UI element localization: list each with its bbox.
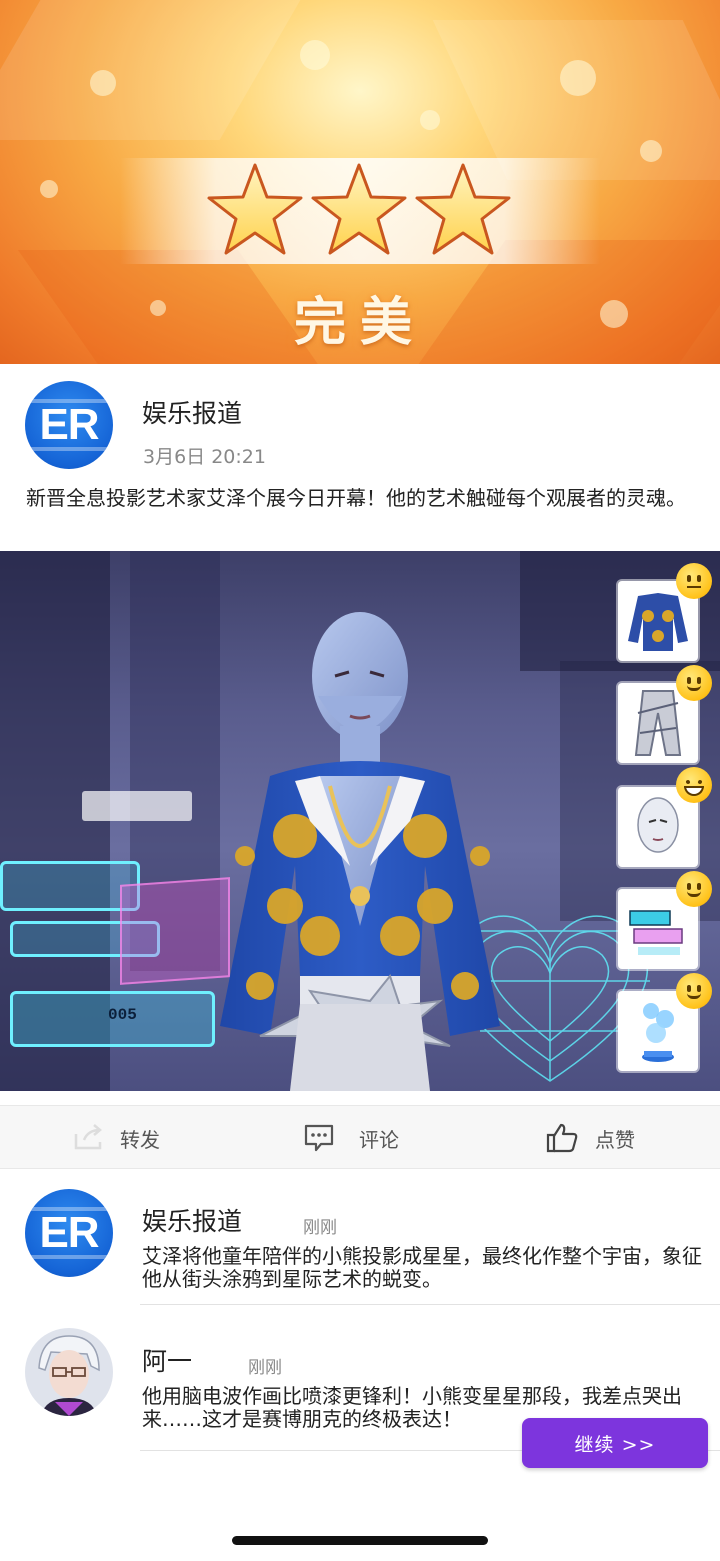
share-icon (74, 1124, 102, 1150)
bokeh-light (560, 60, 596, 96)
banner-facet (432, 20, 720, 180)
bokeh-light (90, 70, 116, 96)
home-indicator[interactable] (232, 1536, 488, 1545)
comment-avatar[interactable]: ER (25, 1189, 113, 1277)
holo-panel (0, 861, 140, 911)
bokeh-light (420, 110, 440, 130)
post-actions-bar: 转发 评论 点赞 (0, 1105, 720, 1169)
thumbs-up-icon (546, 1123, 578, 1153)
comment-label: 评论 (359, 1127, 399, 1152)
comment-avatar[interactable] (25, 1328, 113, 1416)
share-label: 转发 (120, 1127, 160, 1152)
result-banner: 完美 (0, 0, 720, 364)
avatar[interactable]: ER (25, 381, 113, 469)
comment-author[interactable]: 娱乐报道 (142, 1202, 242, 1238)
smile-face-icon (676, 665, 712, 701)
star-icon (207, 163, 303, 255)
comment-author[interactable]: 阿一 (142, 1342, 192, 1378)
rating-label: 完美 (293, 293, 426, 353)
post-image[interactable]: 005 (0, 551, 720, 1091)
grin-face-icon (676, 767, 712, 803)
post-text: 新晋全息投影艺术家艾泽个展今日开幕！他的艺术触碰每个观展者的灵魂。 (26, 486, 686, 510)
bokeh-light (300, 40, 330, 70)
bokeh-light (640, 140, 662, 162)
background-light-panel (82, 791, 192, 821)
holo-panel-number: 005 (10, 991, 215, 1047)
user-avatar-icon (38, 1335, 100, 1416)
post-time: 3月6日 20:21 (143, 446, 266, 468)
comment-divider (140, 1304, 720, 1305)
comment-text: 艾泽将他童年陪伴的小熊投影成星星，最终化作整个宇宙，象征他从街头涂鸦到星际艺术的… (142, 1244, 702, 1291)
comment-button[interactable]: 评论 (303, 1106, 399, 1170)
bokeh-light (40, 180, 58, 198)
star-icon (415, 163, 511, 255)
smile-face-icon (676, 973, 712, 1009)
continue-button[interactable]: 继续 >> (522, 1418, 708, 1468)
star-icon (311, 163, 407, 255)
post-author[interactable]: 娱乐报道 (142, 394, 242, 430)
neutral-face-icon (676, 563, 712, 599)
comment-icon (304, 1124, 334, 1152)
comment-time: 刚刚 (303, 1218, 337, 1238)
character-figure (220, 612, 500, 1091)
share-button[interactable]: 转发 (72, 1106, 160, 1170)
smile-face-icon (676, 871, 712, 907)
star-rating (205, 160, 515, 260)
avatar-text: ER (39, 400, 99, 449)
avatar-text: ER (39, 1208, 99, 1257)
holo-number-text: 005 (108, 1006, 137, 1024)
like-label: 点赞 (595, 1127, 635, 1152)
banner-facet (0, 0, 301, 140)
comment-time: 刚刚 (248, 1358, 282, 1378)
like-button[interactable]: 点赞 (545, 1106, 635, 1170)
